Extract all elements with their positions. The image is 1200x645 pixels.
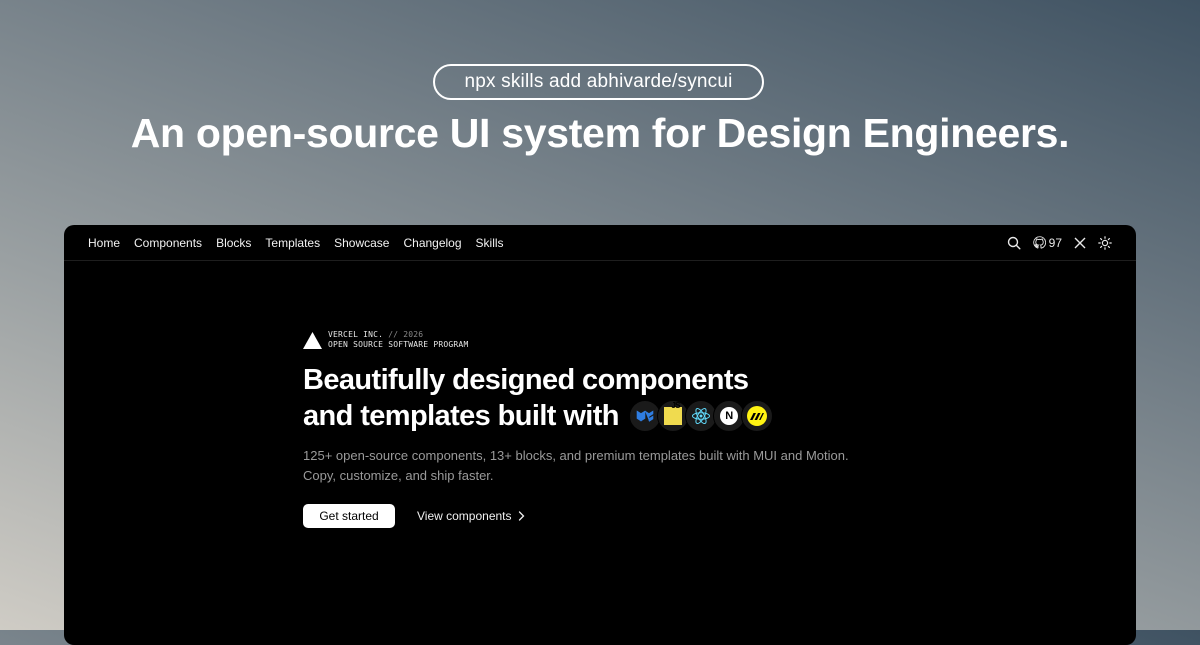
- hero-title-line2: and templates built with: [303, 400, 620, 432]
- javascript-badge: JS: [663, 401, 682, 425]
- badge-year: // 2026: [383, 330, 424, 339]
- hero-title-line1: Beautifully designed components: [303, 364, 749, 396]
- sun-icon[interactable]: [1098, 235, 1112, 250]
- github-stars-count: 97: [1048, 235, 1062, 250]
- page-headline: An open-source UI system for Design Engi…: [130, 110, 1070, 156]
- chevron-right-icon: [518, 511, 524, 521]
- view-components-label: View components: [417, 509, 512, 523]
- nextjs-badge: N: [719, 407, 738, 425]
- nav-showcase[interactable]: Showcase: [334, 236, 389, 250]
- tech-stack-icons: JS N: [628, 400, 773, 432]
- hero-actions: Get started View components: [303, 504, 849, 528]
- install-command-text: npx skills add abhivarde/syncui: [464, 71, 733, 92]
- install-command-pill[interactable]: npx skills add abhivarde/syncui: [433, 64, 764, 100]
- hero-description: 125+ open-source components, 13+ blocks,…: [303, 446, 849, 486]
- hero-title-line2-row: and templates built with JS N: [303, 398, 849, 434]
- motion-icon: [740, 400, 773, 432]
- badge-text: VERCEL INC. // 2026 OPEN SOURCE SOFTWARE…: [328, 330, 468, 350]
- nav-links: Home Components Blocks Templates Showcas…: [88, 236, 504, 250]
- github-icon: [1032, 236, 1046, 249]
- motion-badge: [746, 406, 767, 426]
- nav-actions: 97: [1007, 236, 1112, 250]
- nav-blocks[interactable]: Blocks: [216, 236, 251, 250]
- badge-program: OPEN SOURCE SOFTWARE PROGRAM: [328, 340, 469, 349]
- x-icon[interactable]: [1074, 237, 1086, 249]
- hero-description-line1: 125+ open-source components, 13+ blocks,…: [303, 448, 849, 463]
- badge-org: VERCEL INC.: [328, 330, 384, 339]
- nav-templates[interactable]: Templates: [265, 236, 320, 250]
- github-stars-link[interactable]: 97: [1032, 235, 1062, 250]
- get-started-button[interactable]: Get started: [303, 504, 395, 528]
- view-components-link[interactable]: View components: [417, 509, 525, 523]
- nav-components[interactable]: Components: [134, 236, 202, 250]
- vercel-triangle-icon: [303, 331, 322, 349]
- hero-section: VERCEL INC. // 2026 OPEN SOURCE SOFTWARE…: [303, 330, 849, 528]
- nav-skills[interactable]: Skills: [476, 236, 504, 250]
- search-icon[interactable]: [1007, 236, 1021, 250]
- nav-home[interactable]: Home: [88, 236, 120, 250]
- hero-description-line2: Copy, customize, and ship faster.: [303, 468, 494, 483]
- preview-window: Home Components Blocks Templates Showcas…: [64, 225, 1136, 645]
- nav-changelog[interactable]: Changelog: [403, 236, 461, 250]
- hero-title: Beautifully designed components and temp…: [303, 362, 849, 434]
- top-nav: Home Components Blocks Templates Showcas…: [64, 225, 1136, 261]
- vercel-badge: VERCEL INC. // 2026 OPEN SOURCE SOFTWARE…: [303, 330, 849, 350]
